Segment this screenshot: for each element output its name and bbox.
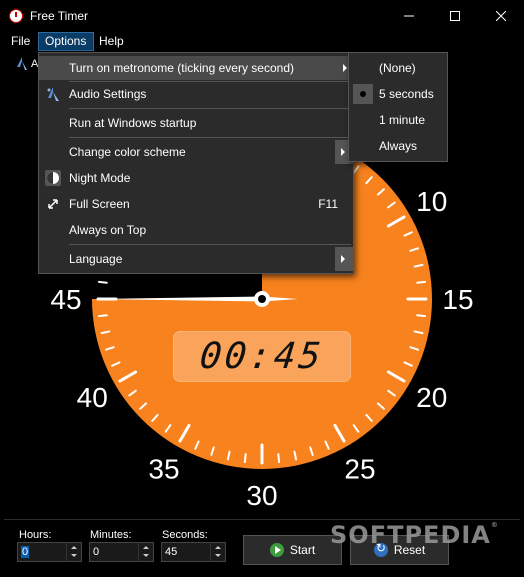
maximize-button[interactable] <box>432 0 478 32</box>
menu-options[interactable]: Options <box>38 32 94 51</box>
clock-number: 20 <box>416 382 447 413</box>
menu-separator <box>69 108 351 109</box>
metronome-submenu: (None) 5 seconds 1 minute Always <box>348 52 448 162</box>
options-menu: Turn on metronome (ticking every second)… <box>38 52 354 274</box>
menu-item-label: Language <box>69 252 123 266</box>
watermark: SOFTPEDIA® <box>330 521 499 549</box>
menu-item-label: Night Mode <box>69 171 131 185</box>
seconds-label: Seconds: <box>162 529 208 541</box>
hours-value[interactable]: 0 <box>21 546 30 558</box>
clock-number: 30 <box>246 480 277 511</box>
hours-spin-arrows[interactable] <box>66 543 81 561</box>
night-mode-icon <box>45 170 61 186</box>
submenu-item-5-seconds[interactable]: 5 seconds <box>349 82 447 106</box>
menu-file[interactable]: File <box>5 32 36 51</box>
tick-mark <box>243 453 247 464</box>
menu-item-label: Run at Windows startup <box>69 116 197 130</box>
minutes-spin-arrows[interactable] <box>138 543 153 561</box>
menu-item-metronome[interactable]: Turn on metronome (ticking every second) <box>39 56 353 80</box>
seconds-stepper[interactable]: 45 <box>161 542 226 562</box>
menu-separator <box>69 244 351 245</box>
tick-mark <box>416 314 427 318</box>
menu-item-label: Change color scheme <box>69 145 186 159</box>
maximize-icon <box>450 11 460 21</box>
submenu-item-label: Always <box>379 139 418 153</box>
close-icon <box>496 11 506 21</box>
start-label: Start <box>289 543 316 557</box>
submenu-item-none[interactable]: (None) <box>349 56 447 80</box>
digital-display: 00:45 <box>173 331 351 382</box>
expand-icon <box>48 199 58 209</box>
minutes-label: Minutes: <box>90 529 132 541</box>
shortcut-label: F11 <box>318 197 338 211</box>
hours-stepper[interactable]: 0 <box>17 542 82 562</box>
menu-item-label: Audio Settings <box>69 87 147 101</box>
clock-hub-center <box>258 295 266 303</box>
submenu-item-label: (None) <box>379 61 416 75</box>
digital-time: 00:45 <box>198 336 326 377</box>
window-title: Free Timer <box>30 9 89 23</box>
clock-number: 40 <box>77 382 108 413</box>
radio-selected-icon <box>353 84 373 104</box>
clock-number: 10 <box>416 186 447 217</box>
clock-number: 25 <box>344 454 375 485</box>
close-button[interactable] <box>478 0 524 32</box>
seconds-value[interactable]: 45 <box>165 546 177 558</box>
tick-mark <box>277 453 281 464</box>
minimize-button[interactable] <box>386 0 432 32</box>
menu-bar: File Options Help <box>0 32 524 51</box>
hours-label: Hours: <box>19 529 52 541</box>
seconds-spin-arrows[interactable] <box>210 543 225 561</box>
menu-item-label: Turn on metronome (ticking every second) <box>69 61 294 75</box>
menu-item-label: Always on Top <box>69 223 147 237</box>
menu-item-full-screen[interactable]: Full Screen F11 <box>39 192 353 216</box>
audio-settings-icon <box>47 87 59 101</box>
app-icon <box>9 9 23 23</box>
menu-item-audio-settings[interactable]: Audio Settings <box>39 82 353 106</box>
clock-number: 15 <box>442 284 473 315</box>
submenu-item-label: 1 minute <box>379 113 426 127</box>
submenu-item-always[interactable]: Always <box>349 134 447 158</box>
menu-help[interactable]: Help <box>93 32 130 51</box>
menu-item-always-on-top[interactable]: Always on Top <box>39 218 353 242</box>
clock-number: 45 <box>50 284 81 315</box>
audio-settings-icon[interactable] <box>16 57 28 71</box>
start-button[interactable]: Start <box>243 535 342 565</box>
minutes-stepper[interactable]: 0 <box>89 542 154 562</box>
minimize-icon <box>404 15 414 17</box>
divider <box>4 519 520 520</box>
play-icon <box>269 543 284 557</box>
minutes-value[interactable]: 0 <box>93 546 99 558</box>
menu-item-run-at-startup[interactable]: Run at Windows startup <box>39 111 353 135</box>
chevron-right-icon <box>335 247 353 271</box>
title-bar: Free Timer <box>0 0 524 32</box>
submenu-item-label: 5 seconds <box>379 87 434 101</box>
menu-item-color-scheme[interactable]: Change color scheme <box>39 140 353 164</box>
menu-separator <box>69 137 351 138</box>
chevron-right-icon <box>343 64 347 72</box>
tick-mark <box>97 280 108 284</box>
menu-item-night-mode[interactable]: Night Mode <box>39 166 353 190</box>
menu-item-label: Full Screen <box>69 197 130 211</box>
tick-mark <box>416 280 427 284</box>
clock-number: 35 <box>148 454 179 485</box>
menu-item-language[interactable]: Language <box>39 247 353 271</box>
tick-mark <box>97 314 108 318</box>
submenu-item-1-minute[interactable]: 1 minute <box>349 108 447 132</box>
